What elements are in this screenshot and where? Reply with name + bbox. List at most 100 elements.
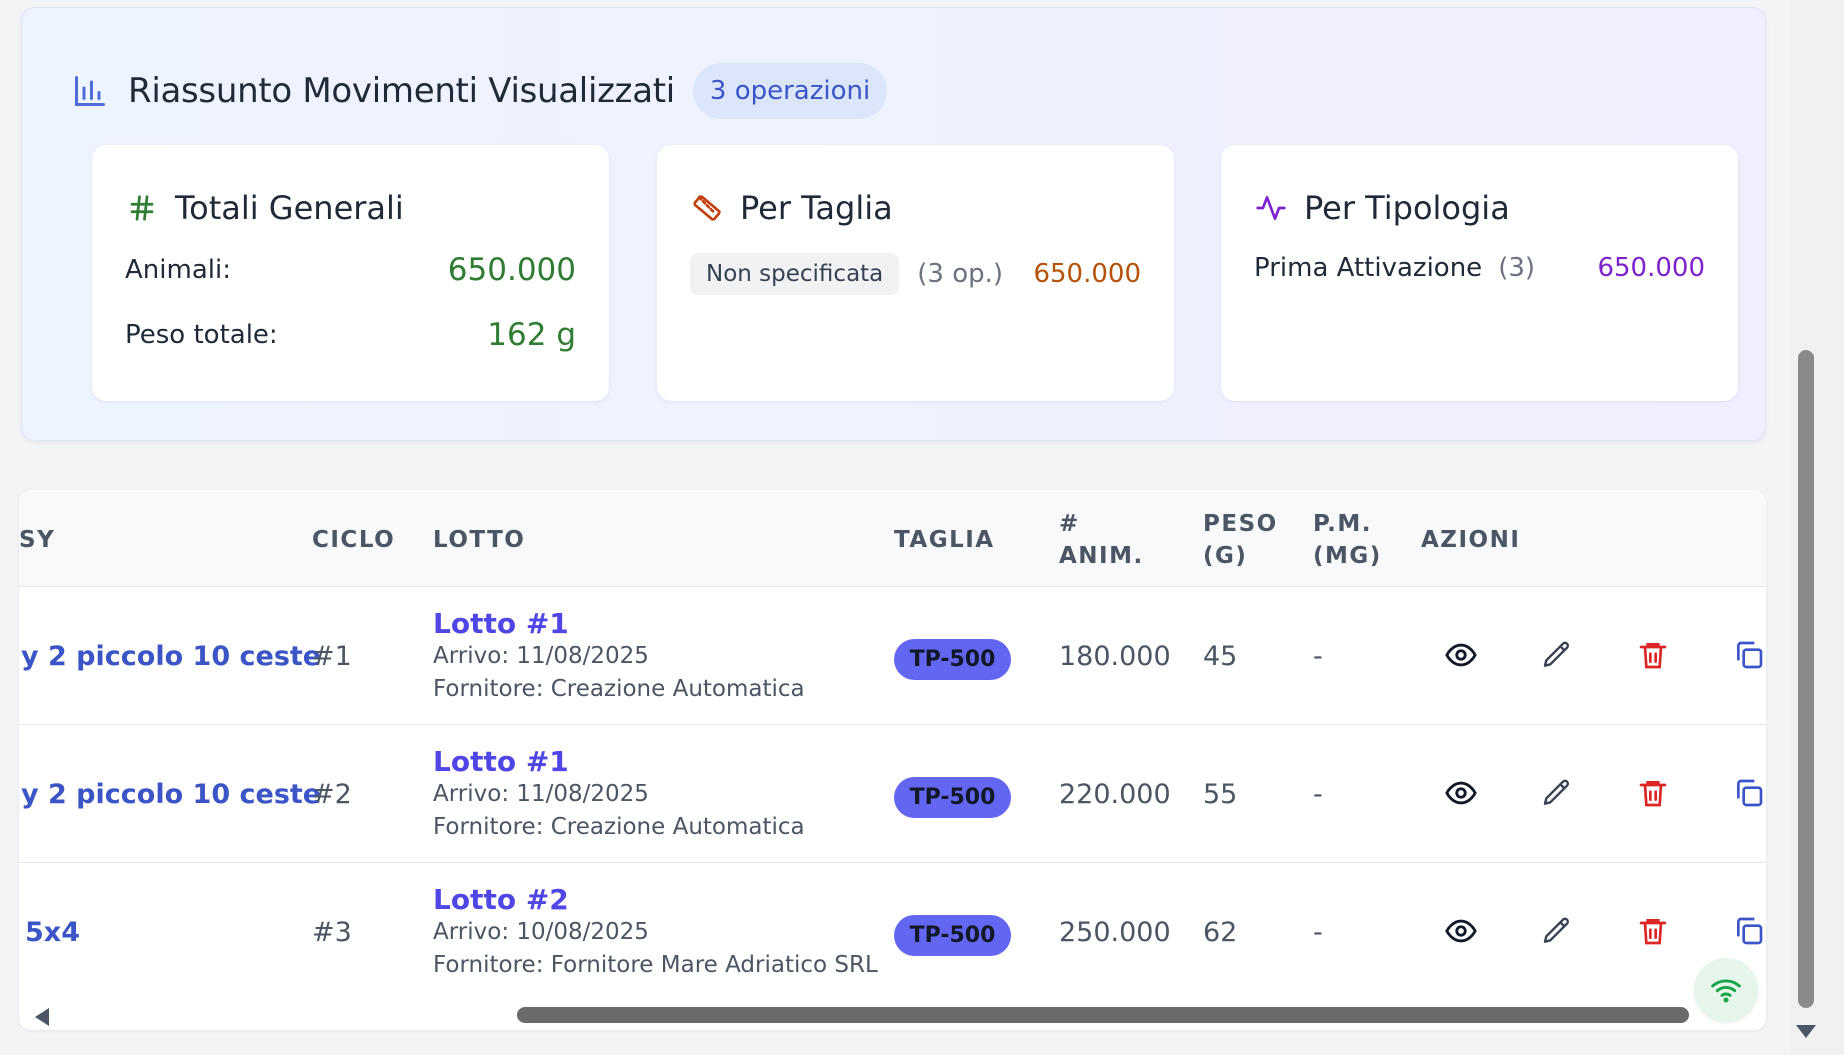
animals-row: Animali: 650.000 [125,252,576,288]
copy-icon [1737,917,1763,945]
operations-count-badge: 3 operazioni [692,63,888,119]
vertical-scroll-thumb[interactable] [1798,350,1814,1008]
cycle-number: #1 [312,641,352,672]
edit-button[interactable] [1539,775,1575,811]
basket-link[interactable]: y 2 piccolo 10 ceste [21,779,321,810]
basket-link[interactable]: y 2 piccolo 10 ceste [21,641,321,672]
lot-link[interactable]: Lotto #1 [433,745,805,778]
animal-count: 220.000 [1059,779,1171,810]
eye-icon [1445,643,1477,667]
by-type-card-title: Per Tipologia [1304,189,1510,227]
weight-grams: 55 [1203,779,1238,810]
weight-grams: 62 [1203,917,1238,948]
size-badge: TP-500 [894,639,1011,680]
col-header-animali[interactable]: # ANIM. [1059,508,1144,572]
edit-button[interactable] [1539,637,1575,673]
average-weight: - [1313,917,1323,948]
lot-arrival: Arrivo: 11/08/2025 [433,643,649,669]
delete-button[interactable] [1635,775,1671,811]
lot-link[interactable]: Lotto #2 [433,883,878,916]
duplicate-button[interactable] [1731,775,1766,811]
pencil-icon [1543,917,1570,943]
col-header-taglia[interactable]: TAGLIA [894,524,995,556]
col-header-peso-line2: (G) [1203,543,1248,569]
movements-table: SY CICLO LOTTO TAGLIA # ANIM. PESO (G) P… [19,490,1766,1030]
horizontal-scroll-thumb[interactable] [517,1007,1689,1023]
size-value: 650.000 [1033,259,1141,289]
col-header-lotto[interactable]: LOTTO [433,524,525,556]
animal-count: 180.000 [1059,641,1171,672]
by-size-card: Per Taglia Non specificata (3 op.) 650.0… [657,145,1174,401]
col-header-animali-line1: # [1059,511,1080,537]
totals-card: Totali Generali Animali: 650.000 Peso to… [92,145,609,401]
by-type-card: Per Tipologia Prima Attivazione (3) 650.… [1221,145,1738,401]
duplicate-button[interactable] [1731,913,1766,949]
scroll-down-arrow-icon[interactable] [1796,1025,1816,1038]
lot-cell: Lotto #1 Arrivo: 11/08/2025 Fornitore: C… [433,745,805,844]
col-header-peso-line1: PESO [1203,511,1278,537]
summary-title: Riassunto Movimenti Visualizzati [128,71,675,111]
col-header-pm[interactable]: P.M. (MG) [1313,508,1382,572]
weight-total: 162 g [487,317,576,353]
copy-icon [1737,641,1763,669]
view-button[interactable] [1443,913,1479,949]
connection-status-button[interactable] [1694,958,1758,1022]
view-button[interactable] [1443,637,1479,673]
page-vertical-scrollbar[interactable] [1790,0,1844,1055]
eye-icon [1445,919,1477,943]
type-row: Prima Attivazione (3) 650.000 [1254,253,1705,283]
animals-total: 650.000 [447,252,576,288]
table-header: SY CICLO LOTTO TAGLIA # ANIM. PESO (G) P… [19,490,1766,587]
lot-link[interactable]: Lotto #1 [433,607,805,640]
cycle-number: #2 [312,779,352,810]
trash-icon [1639,643,1667,669]
lot-cell: Lotto #2 Arrivo: 10/08/2025 Fornitore: F… [433,883,878,982]
by-type-card-title-row: Per Tipologia [1254,189,1510,227]
totals-card-title-row: Totali Generali [125,189,404,227]
duplicate-button[interactable] [1731,637,1766,673]
col-header-peso[interactable]: PESO (G) [1203,508,1278,572]
animals-label: Animali: [125,255,231,285]
delete-button[interactable] [1635,637,1671,673]
table-row: y 2 piccolo 10 ceste #2 Lotto #1 Arrivo:… [19,725,1766,863]
average-weight: - [1313,779,1323,810]
size-badge: TP-500 [894,777,1011,818]
wifi-icon [1711,979,1741,1003]
by-size-card-title: Per Taglia [740,189,893,227]
type-value: 650.000 [1597,253,1705,283]
size-row: Non specificata (3 op.) 650.000 [690,253,1141,295]
type-label: Prima Attivazione [1254,253,1483,283]
horizontal-scrollbar[interactable] [19,1000,1766,1030]
summary-header: Riassunto Movimenti Visualizzati 3 opera… [72,63,888,119]
totals-card-title: Totali Generali [175,189,404,227]
trash-icon [1639,781,1667,807]
eye-icon [1445,781,1477,805]
activity-icon [1254,191,1288,225]
basket-link[interactable]: 5x4 [25,917,80,948]
col-header-pm-line1: P.M. [1313,511,1372,537]
col-header-truncated[interactable]: SY [19,524,55,556]
col-header-pm-line2: (MG) [1313,543,1382,569]
lot-cell: Lotto #1 Arrivo: 11/08/2025 Fornitore: C… [433,607,805,706]
summary-panel: Riassunto Movimenti Visualizzati 3 opera… [21,7,1766,441]
view-button[interactable] [1443,775,1479,811]
size-op-count: (3 op.) [917,259,1004,289]
scroll-left-arrow-icon[interactable] [35,1008,49,1026]
size-tag: Non specificata [690,253,900,295]
edit-button[interactable] [1539,913,1575,949]
lot-supplier: Fornitore: Creazione Automatica [433,676,805,702]
pencil-icon [1543,641,1570,667]
table-row: 5x4 #3 Lotto #2 Arrivo: 10/08/2025 Forni… [19,863,1766,1001]
pencil-icon [1543,779,1570,805]
by-size-card-title-row: Per Taglia [690,189,893,227]
lot-arrival: Arrivo: 11/08/2025 [433,781,649,807]
weight-label: Peso totale: [125,320,278,350]
type-count: (3) [1498,253,1536,283]
lot-arrival: Arrivo: 10/08/2025 [433,919,649,945]
ruler-icon [690,191,724,225]
col-header-ciclo[interactable]: CICLO [312,524,395,556]
delete-button[interactable] [1635,913,1671,949]
animal-count: 250.000 [1059,917,1171,948]
lot-supplier: Fornitore: Creazione Automatica [433,814,805,840]
weight-row: Peso totale: 162 g [125,317,576,353]
